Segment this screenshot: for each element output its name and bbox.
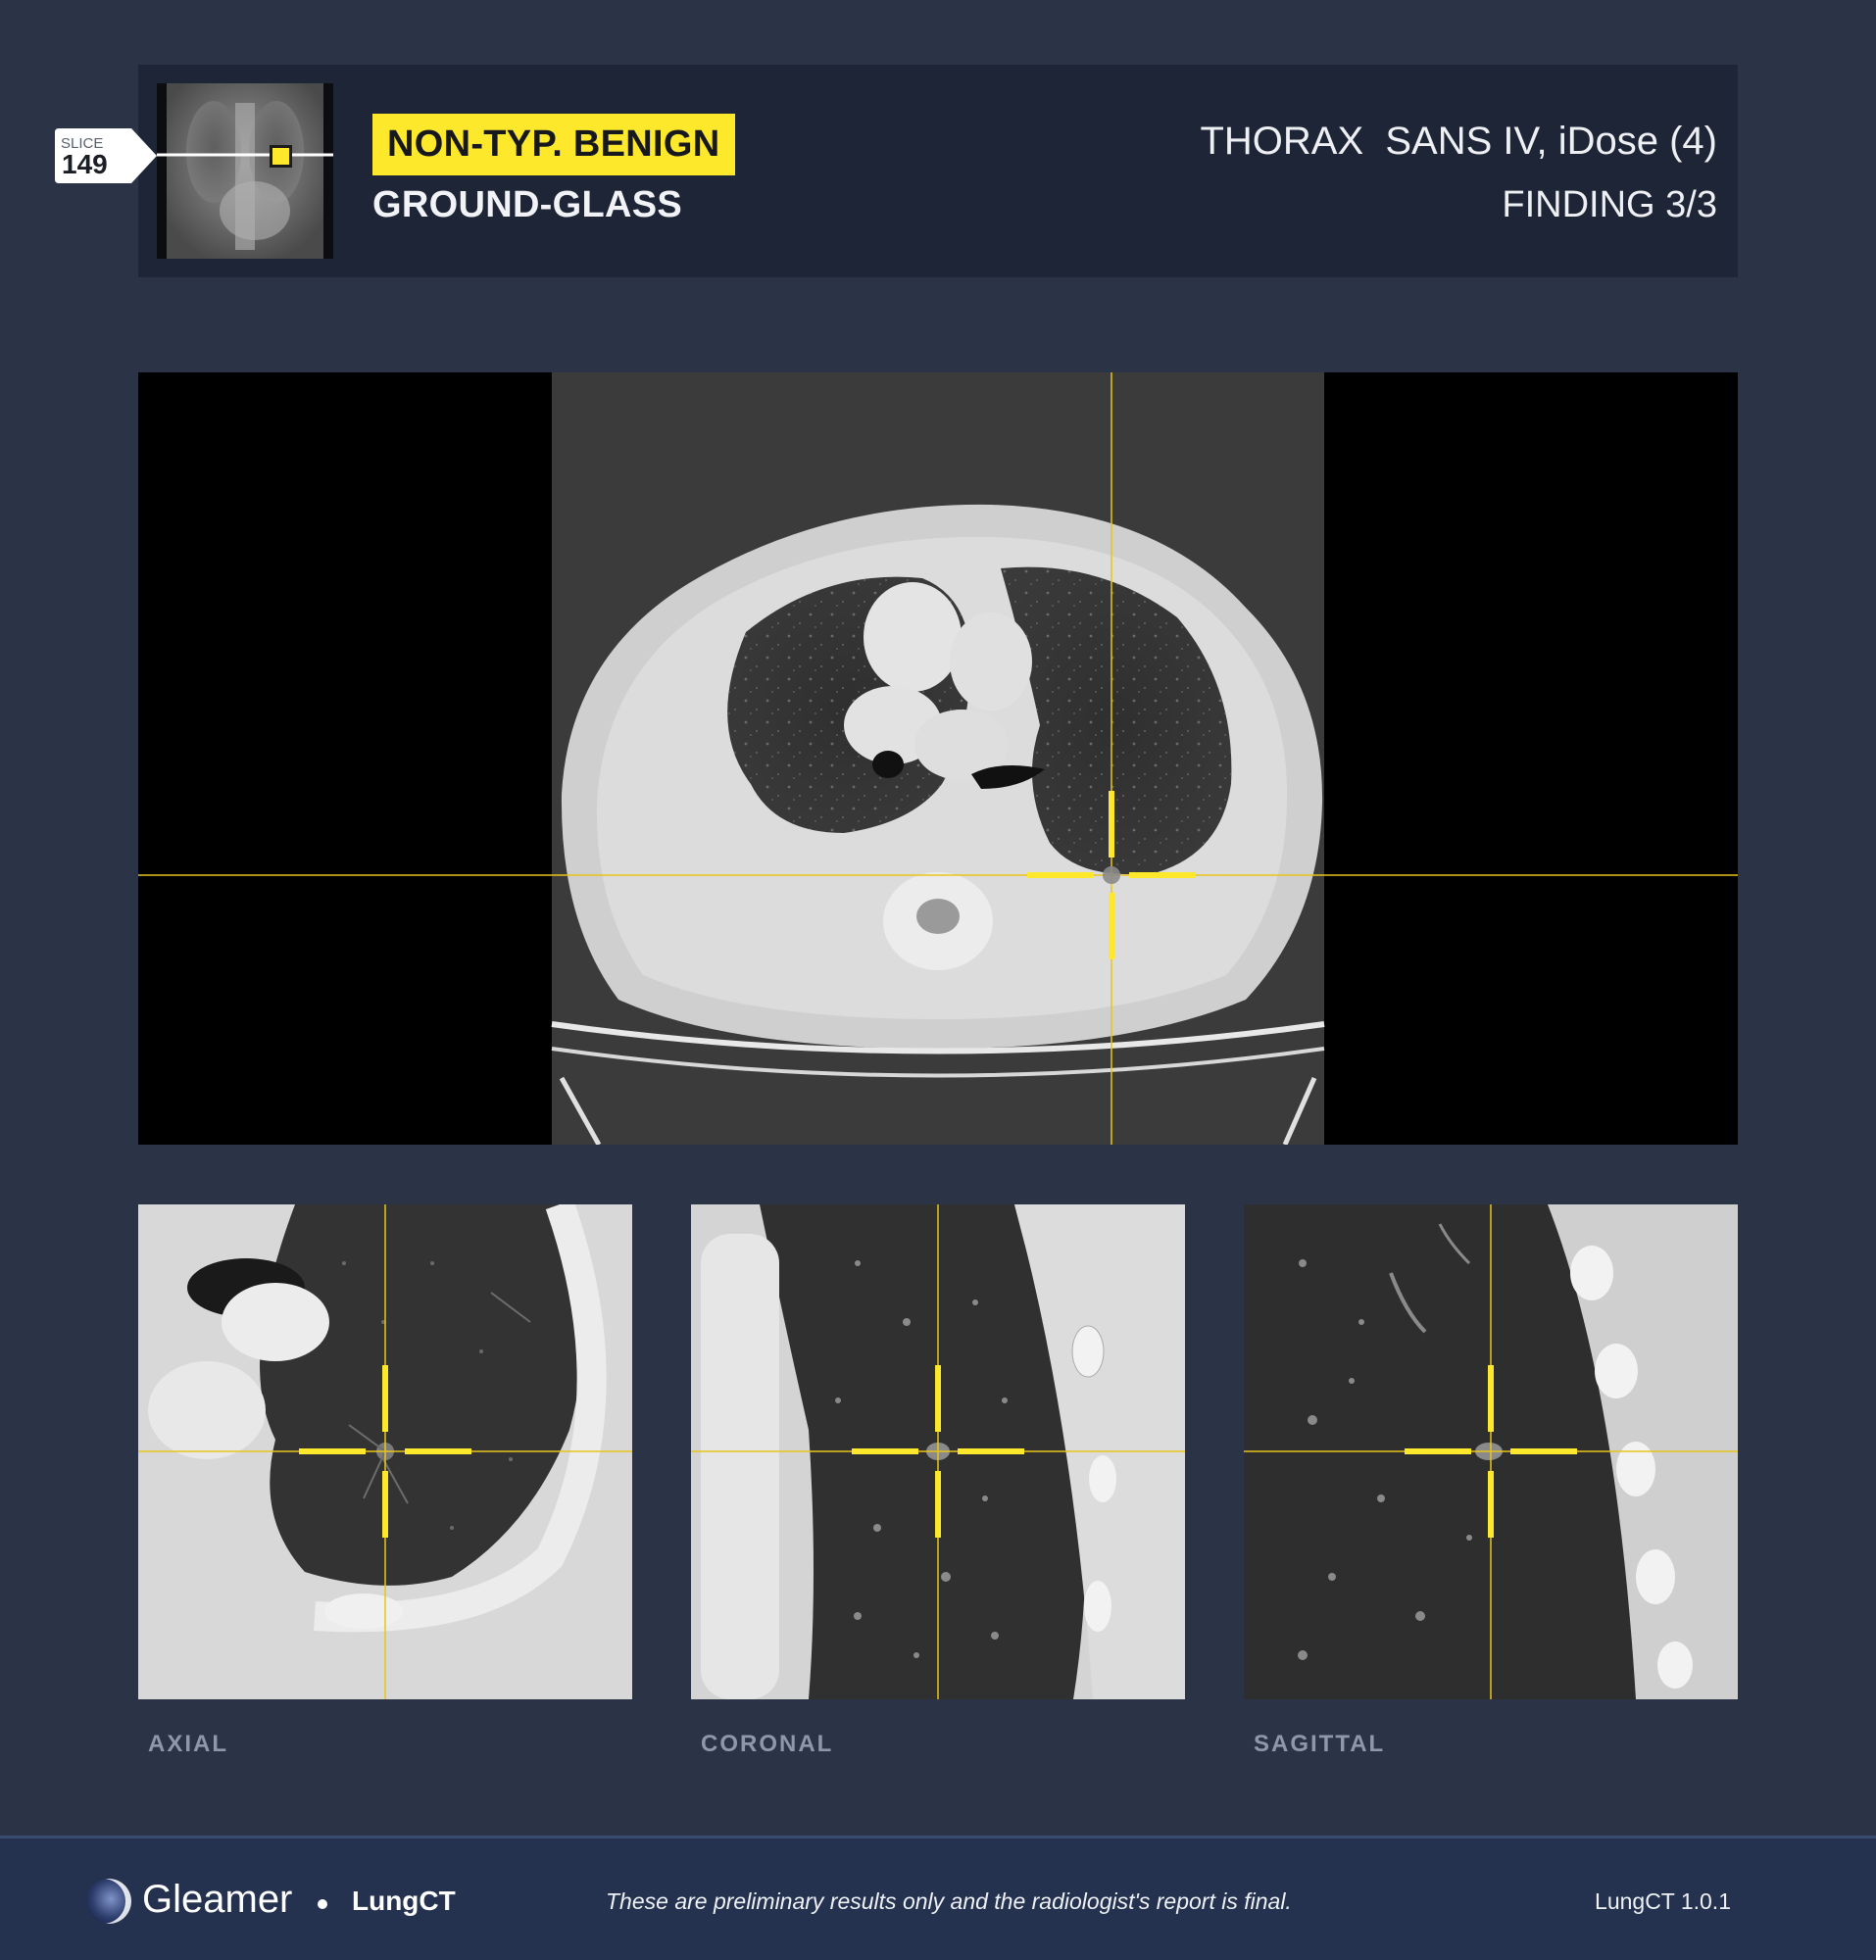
brand-name: Gleamer xyxy=(142,1878,293,1921)
finding-counter[interactable]: FINDING 3/3 xyxy=(1502,184,1717,226)
sagittal-viewer[interactable] xyxy=(1244,1204,1738,1699)
main-axial-viewer[interactable] xyxy=(138,372,1738,1145)
crosshair-marker-icon xyxy=(1129,872,1196,878)
separator-dot xyxy=(318,1899,327,1909)
classification-badge: NON-TYP. BENIGN xyxy=(372,114,735,175)
crosshair-marker-icon xyxy=(1109,893,1114,959)
sagittal-label: SAGITTAL xyxy=(1254,1731,1386,1757)
axial-label: AXIAL xyxy=(148,1731,228,1757)
nodule-subtype: GROUND-GLASS xyxy=(372,184,683,225)
series-description: THORAX SANS IV, iDose (4) xyxy=(1200,120,1717,163)
coronal-label: CORONAL xyxy=(701,1731,834,1757)
slice-number: 149 xyxy=(62,149,108,179)
footer-bar: Gleamer LungCT These are preliminary res… xyxy=(0,1836,1876,1960)
crosshair-marker-icon xyxy=(1027,872,1094,878)
version-text: LungCT 1.0.1 xyxy=(1595,1888,1731,1914)
axial-viewer[interactable] xyxy=(138,1204,632,1699)
coronal-viewer[interactable] xyxy=(691,1204,1185,1699)
crosshair-marker-icon xyxy=(1109,791,1114,858)
product-name: LungCT xyxy=(352,1886,456,1916)
slice-position-marker-icon[interactable] xyxy=(270,145,292,168)
scout-thumbnail[interactable] xyxy=(157,83,333,259)
slice-indicator: SLICE 149 xyxy=(55,128,159,183)
gleamer-logo-icon xyxy=(86,1879,131,1924)
disclaimer-text: These are preliminary results only and t… xyxy=(606,1888,1292,1914)
